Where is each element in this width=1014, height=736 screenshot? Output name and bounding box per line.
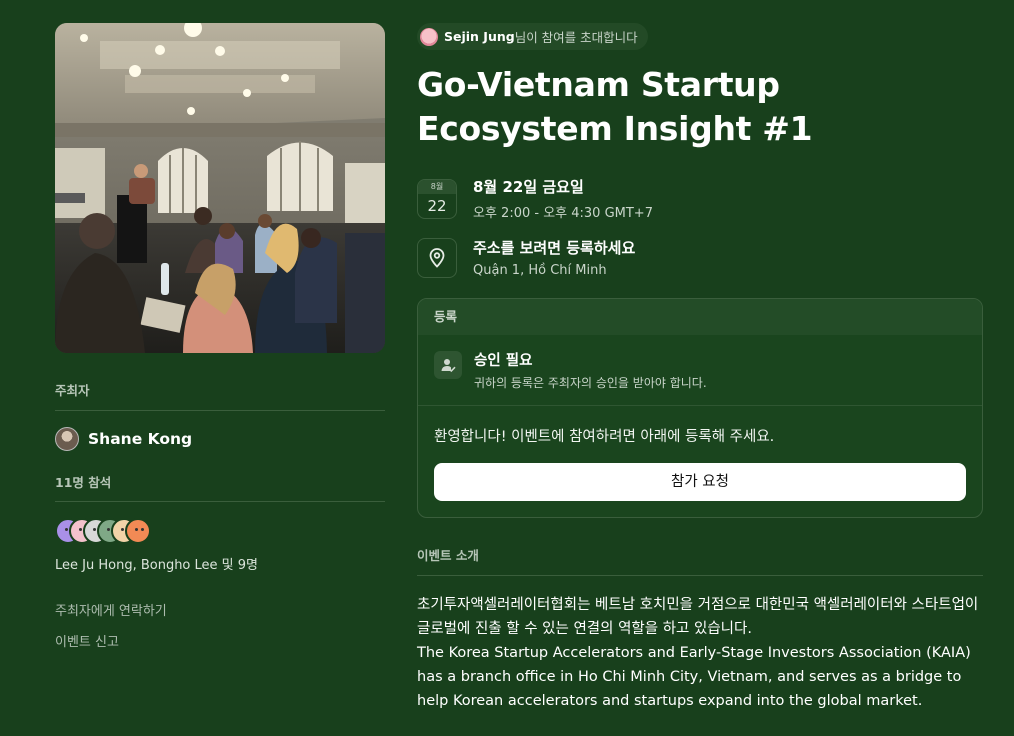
host-avatar[interactable] (55, 427, 79, 451)
location-title: 주소를 보려면 등록하세요 (473, 239, 636, 257)
approval-notice: 승인 필요 귀하의 등록은 주최자의 승인을 받아야 합니다. (418, 335, 982, 406)
event-time: 오후 2:00 - 오후 4:30 GMT+7 (473, 206, 653, 221)
approval-description: 귀하의 등록은 주최자의 승인을 받아야 합니다. (474, 376, 707, 390)
event-date-row: 8월 22 8월 22일 금요일 오후 2:00 - 오후 4:30 GMT+7 (417, 176, 983, 221)
calendar-icon: 8월 22 (417, 178, 457, 219)
inviter-name: Sejin Jung (444, 29, 515, 44)
description-korean: 초기투자액셀러레이터협회는 베트남 호치민을 거점으로 대한민국 액셀러레이터와… (417, 597, 979, 637)
report-event-link[interactable]: 이벤트 신고 (55, 631, 385, 650)
map-pin-icon (417, 237, 457, 278)
event-cover-image (55, 23, 385, 353)
registration-header: 등록 (418, 299, 982, 335)
event-description: 초기투자액셀러레이터협회는 베트남 호치민을 거점으로 대한민국 액셀러레이터와… (417, 593, 983, 713)
registration-card: 등록 승인 필요 귀하의 등록은 주최자의 승인을 받아야 합니다. 환영합니다… (417, 298, 983, 518)
inviter-avatar (420, 27, 438, 46)
attendee-avatars[interactable] (55, 518, 385, 544)
host-name[interactable]: Shane Kong (88, 430, 192, 448)
about-label: 이벤트 소개 (417, 548, 479, 563)
divider (55, 501, 385, 502)
invite-banner: Sejin Jung 님이 참여를 초대합니다 (417, 23, 648, 50)
calendar-day: 22 (427, 196, 447, 215)
attendees-label: 11명 참석 (55, 475, 112, 490)
contact-host-link[interactable]: 주최자에게 연락하기 (55, 600, 385, 619)
divider (417, 575, 983, 576)
user-check-icon (434, 351, 462, 379)
invite-message: 님이 참여를 초대합니다 (514, 30, 638, 45)
event-title: Go-Vietnam Startup Ecosystem Insight #1 (417, 65, 813, 148)
attendee-avatar (125, 518, 151, 544)
attendee-names[interactable]: Lee Ju Hong, Bongho Lee 및 9명 (55, 554, 385, 573)
sidebar: 주최자 Shane Kong 11명 참석 Lee Ju Hong, Bongh… (55, 23, 385, 650)
event-page: 주최자 Shane Kong 11명 참석 Lee Ju Hong, Bongh… (0, 0, 1014, 736)
approval-title: 승인 필요 (474, 353, 533, 369)
description-english: The Korea Startup Accelerators and Early… (417, 645, 971, 709)
event-date: 8월 22일 금요일 (473, 178, 584, 196)
calendar-month: 8월 (418, 179, 456, 194)
event-location-row: 주소를 보려면 등록하세요 Quận 1, Hồ Chí Minh (417, 237, 983, 278)
location-address: Quận 1, Hồ Chí Minh (473, 263, 607, 278)
divider (55, 410, 385, 411)
event-details: Sejin Jung 님이 참여를 초대합니다 Go-Vietnam Start… (417, 23, 983, 713)
host-item[interactable]: Shane Kong (55, 427, 385, 451)
welcome-message: 환영합니다! 이벤트에 참여하려면 아래에 등록해 주세요. (434, 429, 775, 445)
request-to-join-button[interactable]: 참가 요청 (434, 463, 966, 501)
hosts-label: 주최자 (55, 383, 90, 398)
